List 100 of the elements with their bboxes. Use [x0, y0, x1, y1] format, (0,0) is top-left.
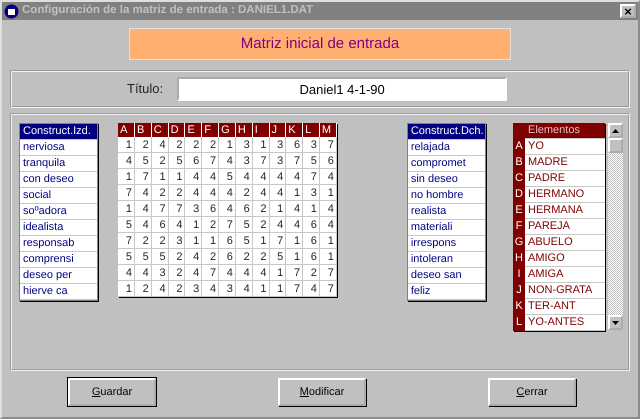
column-header: F — [202, 123, 220, 137]
table-cell: 6 — [236, 201, 253, 217]
table-cell: 6 — [202, 201, 220, 217]
list-item[interactable]: intoleran — [408, 252, 485, 268]
table-cell: 5 — [270, 249, 286, 265]
list-item[interactable]: sin deseo — [408, 172, 485, 188]
table-cell: 4 — [134, 265, 152, 281]
list-item[interactable]: hierve ca — [20, 284, 98, 300]
list-item[interactable]: YO — [525, 139, 605, 155]
close-button[interactable]: × — [620, 4, 636, 18]
list-item[interactable]: nerviosa — [20, 140, 98, 156]
list-item[interactable]: deseo san — [408, 268, 485, 284]
list-item[interactable]: PADRE — [525, 171, 605, 187]
list-item[interactable]: con deseo — [20, 172, 98, 188]
table-cell: 1 — [152, 169, 169, 185]
table-cell: 6 — [185, 153, 202, 169]
banner: Matriz inicial de entrada — [129, 28, 511, 60]
list-item[interactable]: irrespons — [408, 236, 485, 252]
list-item[interactable]: materiali — [408, 220, 485, 236]
table-cell: 2 — [202, 249, 220, 265]
dialog-button[interactable]: Guardar — [68, 378, 156, 406]
table-cell: 4 — [286, 169, 304, 185]
table-cell: 2 — [168, 185, 186, 201]
table-cell: 4 — [270, 217, 286, 233]
list-item[interactable]: HERMANO — [525, 187, 605, 203]
table-cell: 4 — [320, 217, 337, 233]
table-cell: 1 — [320, 185, 337, 201]
list-item[interactable]: realista — [408, 204, 485, 220]
table-cell: 4 — [185, 169, 202, 185]
table-cell: 4 — [202, 169, 220, 185]
table-cell: 7 — [202, 153, 220, 169]
column-header: G — [219, 123, 236, 137]
list-item[interactable]: NON-GRATA — [525, 283, 605, 299]
column-header: H — [236, 123, 253, 137]
list-item[interactable]: idealista — [20, 220, 98, 236]
table-cell: 5 — [168, 153, 186, 169]
table-cell: 4 — [152, 137, 169, 153]
table-cell: 3 — [236, 137, 253, 153]
column-header: A — [118, 123, 135, 137]
scrollbar-thumb[interactable] — [608, 138, 623, 153]
table-cell: 4 — [134, 185, 152, 201]
list-item[interactable]: PAREJA — [525, 219, 605, 235]
table-cell: 4 — [236, 169, 253, 185]
dialog-button[interactable]: Modificar — [278, 378, 366, 406]
scroll-up-button[interactable] — [608, 123, 623, 138]
table-cell: 7 — [320, 281, 337, 297]
table-cell: 7 — [168, 201, 186, 217]
dialog-button[interactable]: Cerrar — [488, 378, 576, 406]
list-item[interactable]: TER-ANT — [525, 299, 605, 315]
table-cell: 1 — [270, 265, 286, 281]
list-item[interactable]: comprensi — [20, 252, 98, 268]
table-cell: 2 — [252, 249, 270, 265]
list-item[interactable]: AMIGO — [525, 251, 605, 267]
list-item[interactable]: tranquila — [20, 156, 98, 172]
table-cell: 1 — [202, 233, 220, 249]
list-item[interactable]: responsab — [20, 236, 98, 252]
table-cell: 2 — [168, 137, 186, 153]
list-item[interactable]: MADRE — [525, 155, 605, 171]
table-cell: 7 — [202, 265, 220, 281]
table-cell: 7 — [152, 201, 169, 217]
list-item[interactable]: compromet — [408, 156, 485, 172]
table-cell: 2 — [236, 185, 253, 201]
table-cell: 1 — [252, 281, 270, 297]
list-item[interactable]: ABUELO — [525, 235, 605, 251]
column-header: M — [320, 123, 337, 137]
table-cell: 5 — [118, 249, 135, 265]
list-item[interactable]: no hombre — [408, 188, 485, 204]
column-header: I — [252, 123, 270, 137]
table-cell: 2 — [168, 265, 186, 281]
table-cell: 5 — [236, 217, 253, 233]
table-cell: 4 — [202, 281, 220, 297]
table-cell: 4 — [219, 153, 236, 169]
list-item[interactable]: feliz — [408, 284, 485, 300]
table-cell: 4 — [185, 249, 202, 265]
list-item[interactable]: YO-ANTES — [525, 315, 605, 331]
list-header[interactable]: Construct.Dch. — [408, 124, 485, 140]
table-cell: 2 — [252, 217, 270, 233]
table-cell: 4 — [252, 265, 270, 281]
list-item[interactable]: relajada — [408, 140, 485, 156]
list-item[interactable]: HERMANA — [525, 203, 605, 219]
list-header[interactable]: Construct.Izd. — [20, 124, 98, 140]
app-icon — [4, 4, 19, 18]
table-cell: 1 — [118, 169, 135, 185]
table-cell: 4 — [320, 201, 337, 217]
table-cell: 1 — [252, 233, 270, 249]
title-field[interactable]: Daniel1 4-1-90 — [177, 77, 508, 101]
table-cell: 6 — [320, 153, 337, 169]
table-cell: 3 — [236, 153, 253, 169]
scroll-down-button[interactable] — [608, 315, 623, 330]
list-item[interactable]: soºadora — [20, 204, 98, 220]
table-cell: 1 — [168, 169, 186, 185]
table-cell: 6 — [219, 249, 236, 265]
table-cell: 4 — [286, 201, 304, 217]
table-cell: 7 — [286, 281, 304, 297]
list-item[interactable]: deseo per — [20, 268, 98, 284]
list-item[interactable]: AMIGA — [525, 267, 605, 283]
table-cell: 7 — [118, 185, 135, 201]
table-cell: 7 — [118, 233, 135, 249]
table-cell: 3 — [152, 265, 169, 281]
list-item[interactable]: social — [20, 188, 98, 204]
